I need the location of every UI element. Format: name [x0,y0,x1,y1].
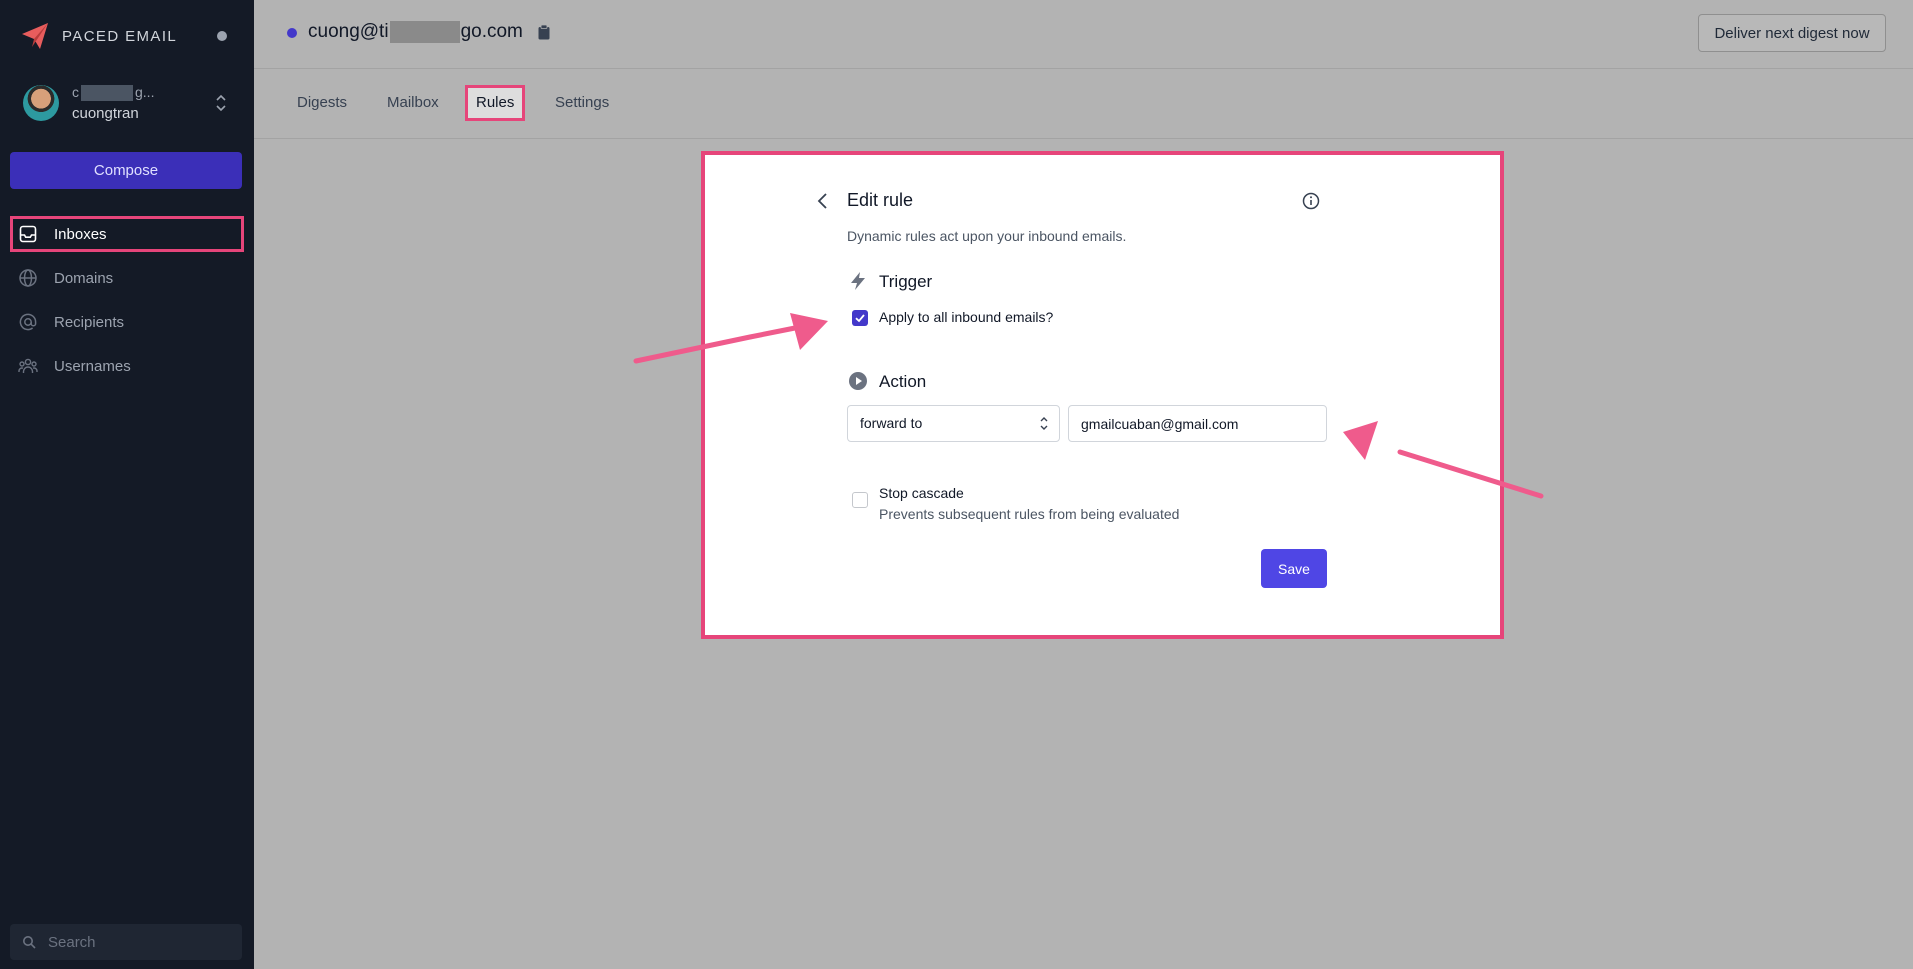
search-box[interactable] [10,924,242,960]
chevron-up-down-icon [216,94,226,112]
chevron-left-icon[interactable] [815,191,831,211]
forward-email-input[interactable] [1068,405,1327,442]
tab-rules[interactable]: Rules [465,85,526,121]
inbox-address-suffix: go.com [460,21,523,43]
avatar [23,85,59,121]
inbox-icon [19,225,37,243]
sidebar-nav: Inboxes Domains Recipients Usernames [10,216,244,392]
sidebar-item-usernames[interactable]: Usernames [10,348,244,384]
stop-cascade-checkbox[interactable] [852,492,868,508]
redacted-block [81,85,133,102]
account-email-start: c [72,84,79,100]
sidebar: PACED EMAIL c g... cuongtran Compose Inbo… [0,0,254,969]
save-button[interactable]: Save [1261,549,1327,588]
status-dot [217,31,227,41]
chevron-up-down-icon [1040,417,1048,430]
rule-description: Dynamic rules act upon your inbound emai… [847,228,1127,244]
apply-all-checkbox[interactable] [852,310,868,326]
inbox-address: cuong@ti go.com [308,21,523,43]
tab-bar: Digests Mailbox Rules Settings [254,69,1913,139]
account-switcher[interactable]: c g... cuongtran [20,84,234,126]
info-icon[interactable] [1301,191,1321,211]
at-icon [19,313,37,331]
sidebar-item-label: Recipients [54,313,125,331]
users-icon [18,358,38,373]
account-email-end: g... [135,84,155,100]
search-icon [23,936,36,949]
sidebar-item-label: Inboxes [54,225,107,243]
stop-cascade-label: Stop cascade [879,485,964,501]
brand[interactable]: PACED EMAIL [20,20,177,52]
account-email: c g... [72,84,155,102]
action-heading: Action [879,372,927,391]
check-icon [855,314,865,323]
sidebar-item-domains[interactable]: Domains [10,260,244,296]
globe-icon [19,269,37,287]
inbox-status-dot [287,28,297,38]
action-type-value: forward to [860,415,923,431]
brand-name: PACED EMAIL [62,27,178,45]
paper-plane-icon [22,23,48,49]
inbox-address-prefix: cuong@ti [308,21,389,43]
tab-settings[interactable]: Settings [545,85,619,121]
clipboard-icon[interactable] [537,24,551,40]
action-type-select[interactable]: forward to [847,405,1060,442]
edit-rule-panel: Edit rule Dynamic rules act upon your in… [701,151,1504,639]
sidebar-item-inboxes[interactable]: Inboxes [10,216,244,252]
tab-digests[interactable]: Digests [287,85,357,121]
redacted-block [389,21,460,43]
sidebar-item-label: Domains [54,269,114,287]
account-username: cuongtran [72,105,139,122]
trigger-heading: Trigger [879,272,933,291]
sidebar-item-label: Usernames [54,357,131,375]
lightning-bolt-icon [851,272,865,290]
apply-all-label: Apply to all inbound emails? [879,309,1054,325]
stop-cascade-hint: Prevents subsequent rules from being eva… [879,506,1180,522]
deliver-digest-button[interactable]: Deliver next digest now [1698,14,1886,52]
tab-mailbox[interactable]: Mailbox [377,85,449,121]
page-header: cuong@ti go.com Deliver next digest now [254,0,1913,69]
play-circle-icon [849,372,867,390]
search-input[interactable] [46,932,230,952]
sidebar-item-recipients[interactable]: Recipients [10,304,244,340]
compose-button[interactable]: Compose [10,152,242,189]
page-title: Edit rule [847,190,914,210]
